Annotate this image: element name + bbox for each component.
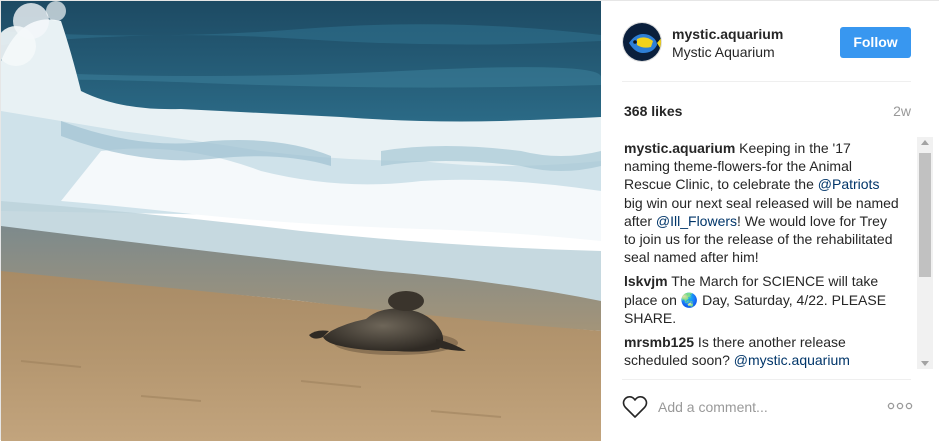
add-comment-input[interactable] (658, 397, 858, 417)
header-divider (622, 81, 911, 82)
heart-icon[interactable] (622, 395, 648, 419)
likes-count[interactable]: 368 likes (624, 103, 682, 119)
comment-username[interactable]: mrsmb125 (624, 334, 694, 350)
list-item: lskvjm The March for SCIENCE will take p… (624, 272, 900, 327)
comment-footer (601, 379, 939, 433)
follow-button[interactable]: Follow (840, 27, 911, 58)
post-frame: mystic.aquarium Mystic Aquarium Follow 3… (0, 0, 939, 441)
scrollbar-thumb[interactable] (919, 153, 931, 277)
account-full-name: Mystic Aquarium (672, 44, 775, 60)
comments-scrollbar[interactable] (917, 137, 933, 369)
list-item: mystic.aquarium Keeping in the '17 namin… (624, 139, 900, 266)
scroll-down-arrow-icon[interactable] (921, 361, 929, 366)
comment-mention[interactable]: @mystic.aquarium (734, 352, 850, 368)
post-side-panel: mystic.aquarium Mystic Aquarium Follow 3… (601, 1, 939, 441)
comment-mention[interactable]: @Ill_Flowers (656, 213, 737, 229)
post-header: mystic.aquarium Mystic Aquarium Follow (601, 1, 939, 81)
more-options-icon[interactable] (887, 397, 913, 415)
fish-avatar-icon[interactable] (622, 22, 662, 62)
comment-list[interactable]: mystic.aquarium Keeping in the '17 namin… (624, 139, 900, 369)
comment-username[interactable]: lskvjm (624, 273, 668, 289)
comment-mention[interactable]: @Patriots (818, 176, 880, 192)
post-photo[interactable] (1, 1, 601, 441)
account-username[interactable]: mystic.aquarium (672, 26, 783, 42)
comment-username[interactable]: mystic.aquarium (624, 140, 735, 156)
list-item: mrsmb125 Is there another release schedu… (624, 333, 900, 369)
scroll-up-arrow-icon[interactable] (921, 140, 929, 145)
post-age[interactable]: 2w (893, 103, 911, 119)
